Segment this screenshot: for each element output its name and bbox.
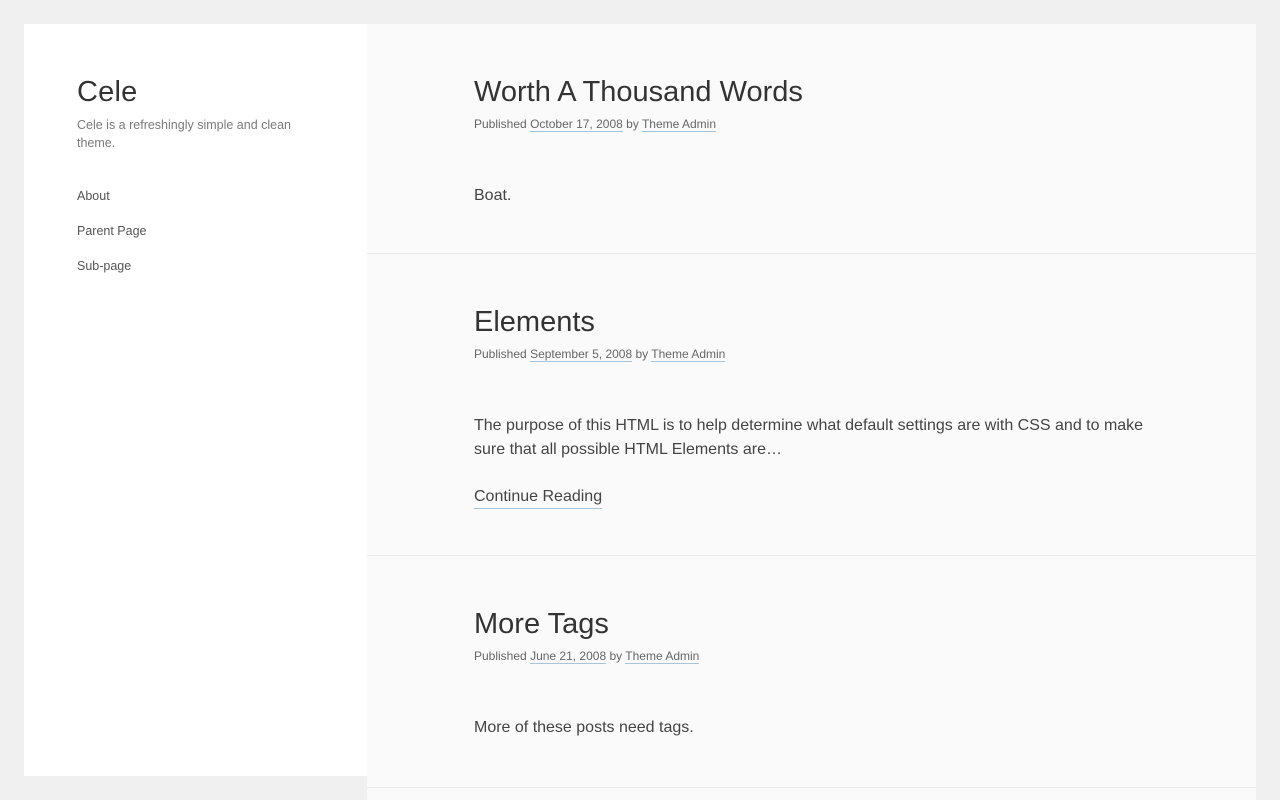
post-excerpt: More of these posts need tags.: [474, 719, 694, 736]
post-item: Elements Published September 5, 2008 by …: [367, 254, 1256, 556]
nav-item-sub-page[interactable]: Sub-page: [77, 258, 314, 275]
post-title[interactable]: Worth A Thousand Words: [474, 76, 1149, 108]
post-title[interactable]: Elements: [474, 306, 1149, 338]
site-title[interactable]: Cele: [77, 76, 314, 108]
nav-item-parent-page[interactable]: Parent Page: [77, 223, 314, 240]
sidebar: Cele Cele is a refreshingly simple and c…: [24, 24, 367, 776]
post-title[interactable]: More Tags: [474, 608, 1149, 640]
published-label: Published: [474, 117, 527, 131]
main-navigation: About Parent Page Sub-page: [77, 188, 314, 275]
post-item: More Tags Published June 21, 2008 by The…: [367, 556, 1256, 788]
post-author-link[interactable]: Theme Admin: [625, 649, 700, 664]
published-label: Published: [474, 649, 527, 663]
by-label: by: [609, 649, 623, 663]
continue-reading-link[interactable]: Continue Reading: [474, 486, 603, 509]
published-label: Published: [474, 347, 527, 361]
post-meta: Published October 17, 2008 by Theme Admi…: [474, 116, 1149, 132]
post-meta: Published June 21, 2008 by Theme Admin: [474, 648, 1149, 664]
post-meta: Published September 5, 2008 by Theme Adm…: [474, 346, 1149, 362]
main-content: Worth A Thousand Words Published October…: [367, 24, 1256, 800]
post-date-link[interactable]: September 5, 2008: [530, 347, 633, 362]
post-excerpt: The purpose of this HTML is to help dete…: [474, 417, 1144, 458]
post-date-link[interactable]: October 17, 2008: [530, 117, 623, 132]
post-item: Worth A Thousand Words Published October…: [367, 24, 1256, 254]
by-label: by: [635, 347, 649, 361]
post-author-link[interactable]: Theme Admin: [641, 117, 716, 132]
post-date-link[interactable]: June 21, 2008: [530, 649, 607, 664]
site-description: Cele is a refreshingly simple and clean …: [77, 118, 291, 150]
post-excerpt: Boat.: [474, 187, 512, 204]
by-label: by: [626, 117, 639, 131]
post-author-link[interactable]: Theme Admin: [651, 347, 726, 362]
nav-item-about[interactable]: About: [77, 188, 314, 205]
